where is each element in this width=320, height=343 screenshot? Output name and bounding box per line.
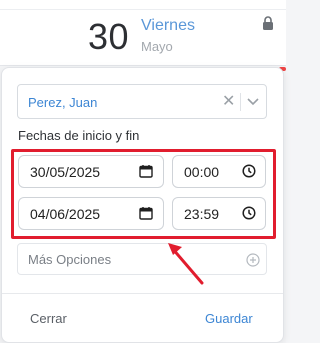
plus-circle-icon[interactable] [246,253,260,267]
calendar-day-header: 30 Viernes Mayo [0,0,286,66]
weekday-label: Viernes [141,17,195,34]
divider [240,93,241,111]
start-time-input[interactable]: 00:00 [172,155,266,188]
month-label: Mayo [141,39,173,54]
end-date-input[interactable]: 04/06/2025 [18,197,164,230]
lock-icon [263,16,273,30]
dates-label: Fechas de inicio y fin [18,128,140,143]
end-date-value: 04/06/2025 [30,206,101,222]
calendar-icon[interactable] [139,206,153,220]
divider [0,9,286,10]
start-time-value: 00:00 [184,164,220,180]
end-time-value: 23:59 [184,206,220,222]
more-options-label: Más Opciones [28,252,112,267]
chevron-down-icon[interactable] [246,96,260,108]
person-select[interactable]: Perez, Juan ✕ [17,84,267,119]
divider [2,293,283,294]
day-number: 30 [88,16,130,57]
clock-icon[interactable] [242,206,256,220]
start-date-value: 30/05/2025 [30,164,101,180]
more-options-toggle[interactable]: Más Opciones [17,243,267,275]
event-popup: Perez, Juan ✕ Fechas de inicio y fin 30/… [1,67,284,343]
calendar-icon[interactable] [139,164,153,178]
clear-icon[interactable]: ✕ [222,94,235,110]
close-button[interactable]: Cerrar [30,311,67,326]
screen: 30 Viernes Mayo Perez, Juan ✕ Fechas de … [0,0,286,343]
clock-icon[interactable] [242,164,256,178]
start-date-input[interactable]: 30/05/2025 [18,155,164,188]
save-button[interactable]: Guardar [205,311,253,326]
arrow-annotation [168,243,204,285]
end-time-input[interactable]: 23:59 [172,197,266,230]
person-select-value: Perez, Juan [28,95,98,110]
